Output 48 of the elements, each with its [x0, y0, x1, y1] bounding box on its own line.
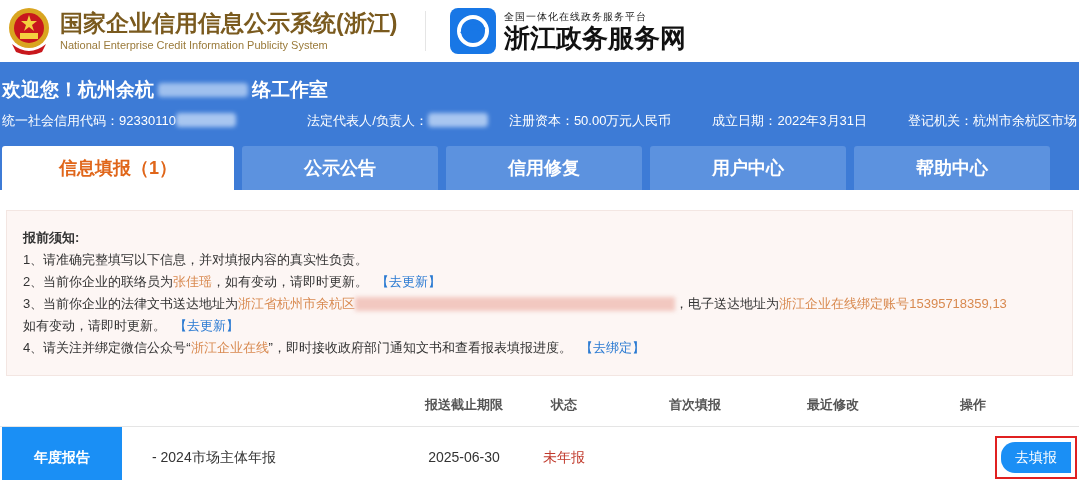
report-name: - 2024市场主体年报 [151, 448, 277, 467]
nav-tab[interactable]: 信息填报（1） [2, 146, 234, 190]
notice-highlight: 浙江省杭州市余杭区 [238, 295, 356, 313]
column-header: 最近修改 [806, 396, 860, 415]
notice-title: 报前须知: [23, 229, 81, 247]
notice-text: 如有变动，请即时更新。 [23, 317, 166, 335]
info-label: 注册资本： [508, 111, 574, 130]
nav-tab[interactable]: 公示公告 [242, 146, 438, 190]
info-value: 92330110 [119, 111, 176, 130]
info-label: 登记机关： [908, 111, 973, 130]
notice-text: 2、当前你企业的联络员为 [23, 273, 174, 291]
notice-link[interactable]: 【去更新】 [376, 271, 442, 293]
fill-report-button[interactable]: 去填报 [1001, 442, 1071, 473]
column-header: 首次填报 [668, 396, 722, 415]
national-emblem-icon [6, 6, 52, 56]
notice-text: ”，即时接收政府部门通知文书和查看报表填报进度。 [268, 339, 572, 357]
column-header: 操作 [959, 396, 987, 415]
status-cell-text: 未年报 [542, 448, 586, 467]
notice-text: ，如有变动，请即时更新。 [212, 273, 369, 291]
column-header: 状态 [549, 396, 578, 415]
notice-text: 3、当前你企业的法律文书送达地址为 [23, 295, 239, 313]
notice-highlight: 浙江企业在线 [190, 339, 269, 357]
site-subtitle: National Enterprise Credit Information Publicity System [60, 37, 329, 53]
portal-logo-icon [450, 8, 497, 54]
portal-name: 浙江政务服务网 [504, 23, 687, 54]
info-label: 成立日期： [712, 111, 778, 130]
notice-highlight: 浙江企业在线绑定账号15395718359,13 [779, 295, 1007, 313]
deadline-cell-text: 2025-06-30 [427, 448, 501, 467]
column-header: 报送截止期限 [423, 396, 504, 415]
notice-text: 1、请准确完整填写以下信息，并对填报内容的真实性负责。 [23, 251, 369, 269]
category-cell: 年度报告 [2, 427, 122, 480]
notice-link[interactable]: 【去绑定】 [579, 337, 645, 359]
nav-tab[interactable]: 信用修复 [446, 146, 642, 190]
info-label: 法定代表人/负责人： [307, 111, 428, 130]
portal-tagline: 全国一体化在线政务服务平台 [504, 9, 649, 24]
nav-tab[interactable]: 用户中心 [650, 146, 846, 190]
notice-text: 4、请关注并绑定微信公众号“ [23, 339, 191, 357]
info-label: 统一社会信用代码： [2, 111, 119, 130]
info-value: 2022年3月31日 [777, 111, 868, 130]
site-title: 国家企业信用信息公示系统(浙江) [60, 8, 398, 37]
welcome-text: 络工作室 [252, 78, 328, 102]
notice-text: ，电子送达地址为 [675, 295, 780, 313]
notice-link[interactable]: 【去更新】 [174, 315, 239, 337]
nav-tab[interactable]: 帮助中心 [854, 146, 1050, 190]
info-value: 杭州市余杭区市场 [973, 111, 1077, 130]
notice-highlight: 张佳瑶 [173, 273, 213, 291]
info-value: 50.00万元人民币 [573, 111, 672, 130]
welcome-text: 欢迎您！杭州余杭 [2, 78, 154, 102]
